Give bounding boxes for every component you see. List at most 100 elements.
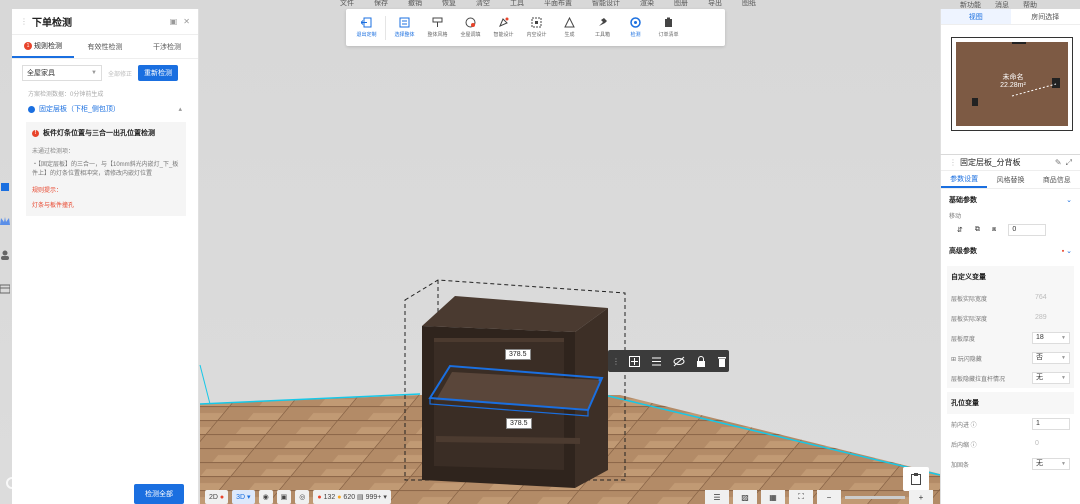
bottom-toolbar: 2D ● 3D ▾ ◉ ▣ ◎ ● 132 ● 620 ▤ 999+ ▾: [205, 490, 391, 504]
issue-card[interactable]: ! 板件灯条位置与三合一出孔位置检测 未通过检测项： ・【固定层板】的三合一，与…: [26, 122, 186, 216]
move-input[interactable]: 0: [1008, 224, 1047, 236]
layers-icon[interactable]: ☰: [705, 490, 729, 504]
property-select[interactable]: 无 ▼: [1032, 372, 1070, 384]
menu-item[interactable]: 撤销: [408, 0, 422, 9]
drag-handle-icon[interactable]: ⋮: [20, 17, 28, 26]
view-tab[interactable]: 房间选择: [1011, 9, 1080, 24]
clipboard-icon[interactable]: [903, 467, 929, 491]
menu-item[interactable]: 恢复: [442, 0, 456, 9]
result-group-header[interactable]: 固定层板（下柜_侧包顶） ▴: [12, 100, 198, 118]
menu-item[interactable]: 渲染: [640, 0, 654, 9]
property-input[interactable]: 1: [1032, 418, 1070, 430]
zoom-in-icon[interactable]: +: [909, 490, 933, 504]
view-tab[interactable]: 视图: [941, 9, 1011, 24]
user-icon[interactable]: [0, 248, 10, 262]
add-icon[interactable]: [629, 355, 640, 367]
property-row: 层板实际深度 289: [947, 308, 1074, 328]
advanced-params-header[interactable]: 高级参数 ▪ ⌄: [941, 240, 1080, 262]
align-icon[interactable]: [651, 355, 662, 367]
toolbar-button[interactable]: 工具箱: [586, 11, 619, 45]
check-tab[interactable]: 1 规则检测: [12, 35, 74, 58]
menu-item[interactable]: 平面布置: [544, 0, 572, 9]
property-select[interactable]: 无 ▼: [1032, 458, 1070, 470]
zoom-slider[interactable]: [845, 495, 905, 499]
mode-2d-button[interactable]: 2D ●: [205, 490, 229, 504]
eye-icon[interactable]: ◉: [258, 490, 273, 504]
property-label: 后内缩 ⓘ: [951, 442, 977, 449]
fit-view-icon[interactable]: ⛶: [789, 490, 813, 504]
compass-icon[interactable]: ◎: [295, 490, 310, 504]
check-tab-label: 有效性检测: [87, 43, 123, 51]
rule-hint-text: 灯条与板件撞孔: [32, 203, 75, 209]
zoom-out-icon[interactable]: −: [817, 490, 841, 504]
expand-icon[interactable]: ⤢: [1066, 158, 1072, 168]
move-arrow-icon[interactable]: ⇵: [957, 226, 963, 234]
menu-item[interactable]: 文件: [340, 0, 354, 9]
chevron-up-icon[interactable]: ▴: [178, 105, 182, 113]
properties-tab[interactable]: 风格替换: [987, 171, 1033, 188]
recheck-button[interactable]: 重新检测: [138, 65, 179, 81]
properties-tab[interactable]: 参数设置: [941, 171, 988, 188]
menu-item[interactable]: 图纸: [742, 0, 756, 9]
mirror-icon[interactable]: ⧈: [992, 226, 996, 234]
toolbar-button[interactable]: 选择整体: [388, 11, 421, 45]
board-icon[interactable]: [0, 282, 10, 296]
property-value: 无: [1036, 374, 1043, 381]
fix-all-link[interactable]: 全部修正: [108, 69, 132, 78]
close-icon[interactable]: ✕: [183, 17, 190, 26]
error-count[interactable]: ● 132 ● 620 ▤ 999+ ▾: [313, 490, 391, 504]
smart-design-icon: [498, 17, 509, 28]
property-value: 否: [1036, 354, 1043, 361]
menu-item[interactable]: 图册: [674, 0, 688, 9]
mode-3d-button[interactable]: 3D ▾: [232, 490, 255, 504]
toolbar-button[interactable]: 智能设计: [487, 11, 520, 45]
menu-item[interactable]: 工具: [510, 0, 524, 9]
lock-icon[interactable]: [696, 355, 706, 367]
delete-icon[interactable]: [717, 355, 727, 367]
property-label: 层板隐藏拉直杆情况: [951, 376, 1006, 383]
minimap-overlay: [972, 42, 1060, 106]
rule-hint-label: 规则提示：: [32, 188, 63, 194]
panel-icon: [28, 105, 35, 113]
top-menu-bar: 文件 保存 撤销 恢复 清空 工具 平面布置 智能设计 渲染 图册 导出 图纸: [340, 0, 940, 9]
hole-vars-title: 孔位变量: [951, 400, 979, 407]
toolbar-button[interactable]: 内空设计: [520, 11, 553, 45]
properties-tab[interactable]: 商品信息: [1034, 171, 1080, 188]
property-row: 加固条无 ▼: [947, 454, 1074, 474]
toolbar-button[interactable]: 退出定制: [350, 11, 383, 45]
menu-item[interactable]: 清空: [476, 0, 490, 9]
toolbar-button[interactable]: 整体风格: [421, 11, 454, 45]
hide-icon[interactable]: [673, 355, 685, 367]
gallery-icon[interactable]: ▦: [761, 490, 785, 504]
check-tab[interactable]: 有效性检测: [74, 35, 136, 58]
toolbar-button[interactable]: 订单清单: [652, 11, 685, 45]
scope-select[interactable]: 全屋家具 ▼: [22, 65, 102, 81]
check-tab[interactable]: 干涉检测: [136, 35, 198, 58]
dock-icon[interactable]: ▣: [170, 17, 178, 26]
cube-view-icon[interactable]: ▣: [276, 490, 292, 504]
check-all-button[interactable]: 检测全部: [134, 484, 184, 504]
dimension-label-bottom: 378.5: [506, 418, 532, 429]
menu-item[interactable]: 智能设计: [592, 0, 620, 9]
cabinet-model[interactable]: [422, 296, 608, 488]
drag-handle-icon[interactable]: ⋮: [612, 355, 620, 367]
cube-icon[interactable]: [0, 180, 10, 194]
chevron-down-icon[interactable]: ⌄: [1066, 196, 1072, 204]
crown-icon[interactable]: [0, 214, 10, 228]
copy-icon[interactable]: ⧉: [975, 226, 980, 234]
toolbar-button[interactable]: 全屋调填: [454, 11, 487, 45]
screenshot-icon[interactable]: ▨: [733, 490, 757, 504]
menu-item[interactable]: 保存: [374, 0, 388, 9]
chevron-down-icon[interactable]: ▪ ⌄: [1062, 247, 1072, 255]
issue-title: 板件灯条位置与三合一出孔位置检测: [43, 130, 155, 137]
property-select[interactable]: 否 ▼: [1032, 352, 1070, 364]
minimap[interactable]: 未命名 22.28m²: [951, 37, 1073, 131]
edit-icon[interactable]: ✎: [1055, 158, 1062, 168]
toolbar-button[interactable]: 生成: [553, 11, 586, 45]
toolbar-button[interactable]: 检测: [619, 11, 652, 45]
toolbar-separator: [385, 15, 386, 40]
drag-handle-icon[interactable]: ⋮: [949, 158, 957, 167]
menu-item[interactable]: 导出: [708, 0, 722, 9]
basic-params-header[interactable]: 基础参数 ⌄: [941, 189, 1080, 211]
property-select[interactable]: 18 ▼: [1032, 332, 1070, 344]
